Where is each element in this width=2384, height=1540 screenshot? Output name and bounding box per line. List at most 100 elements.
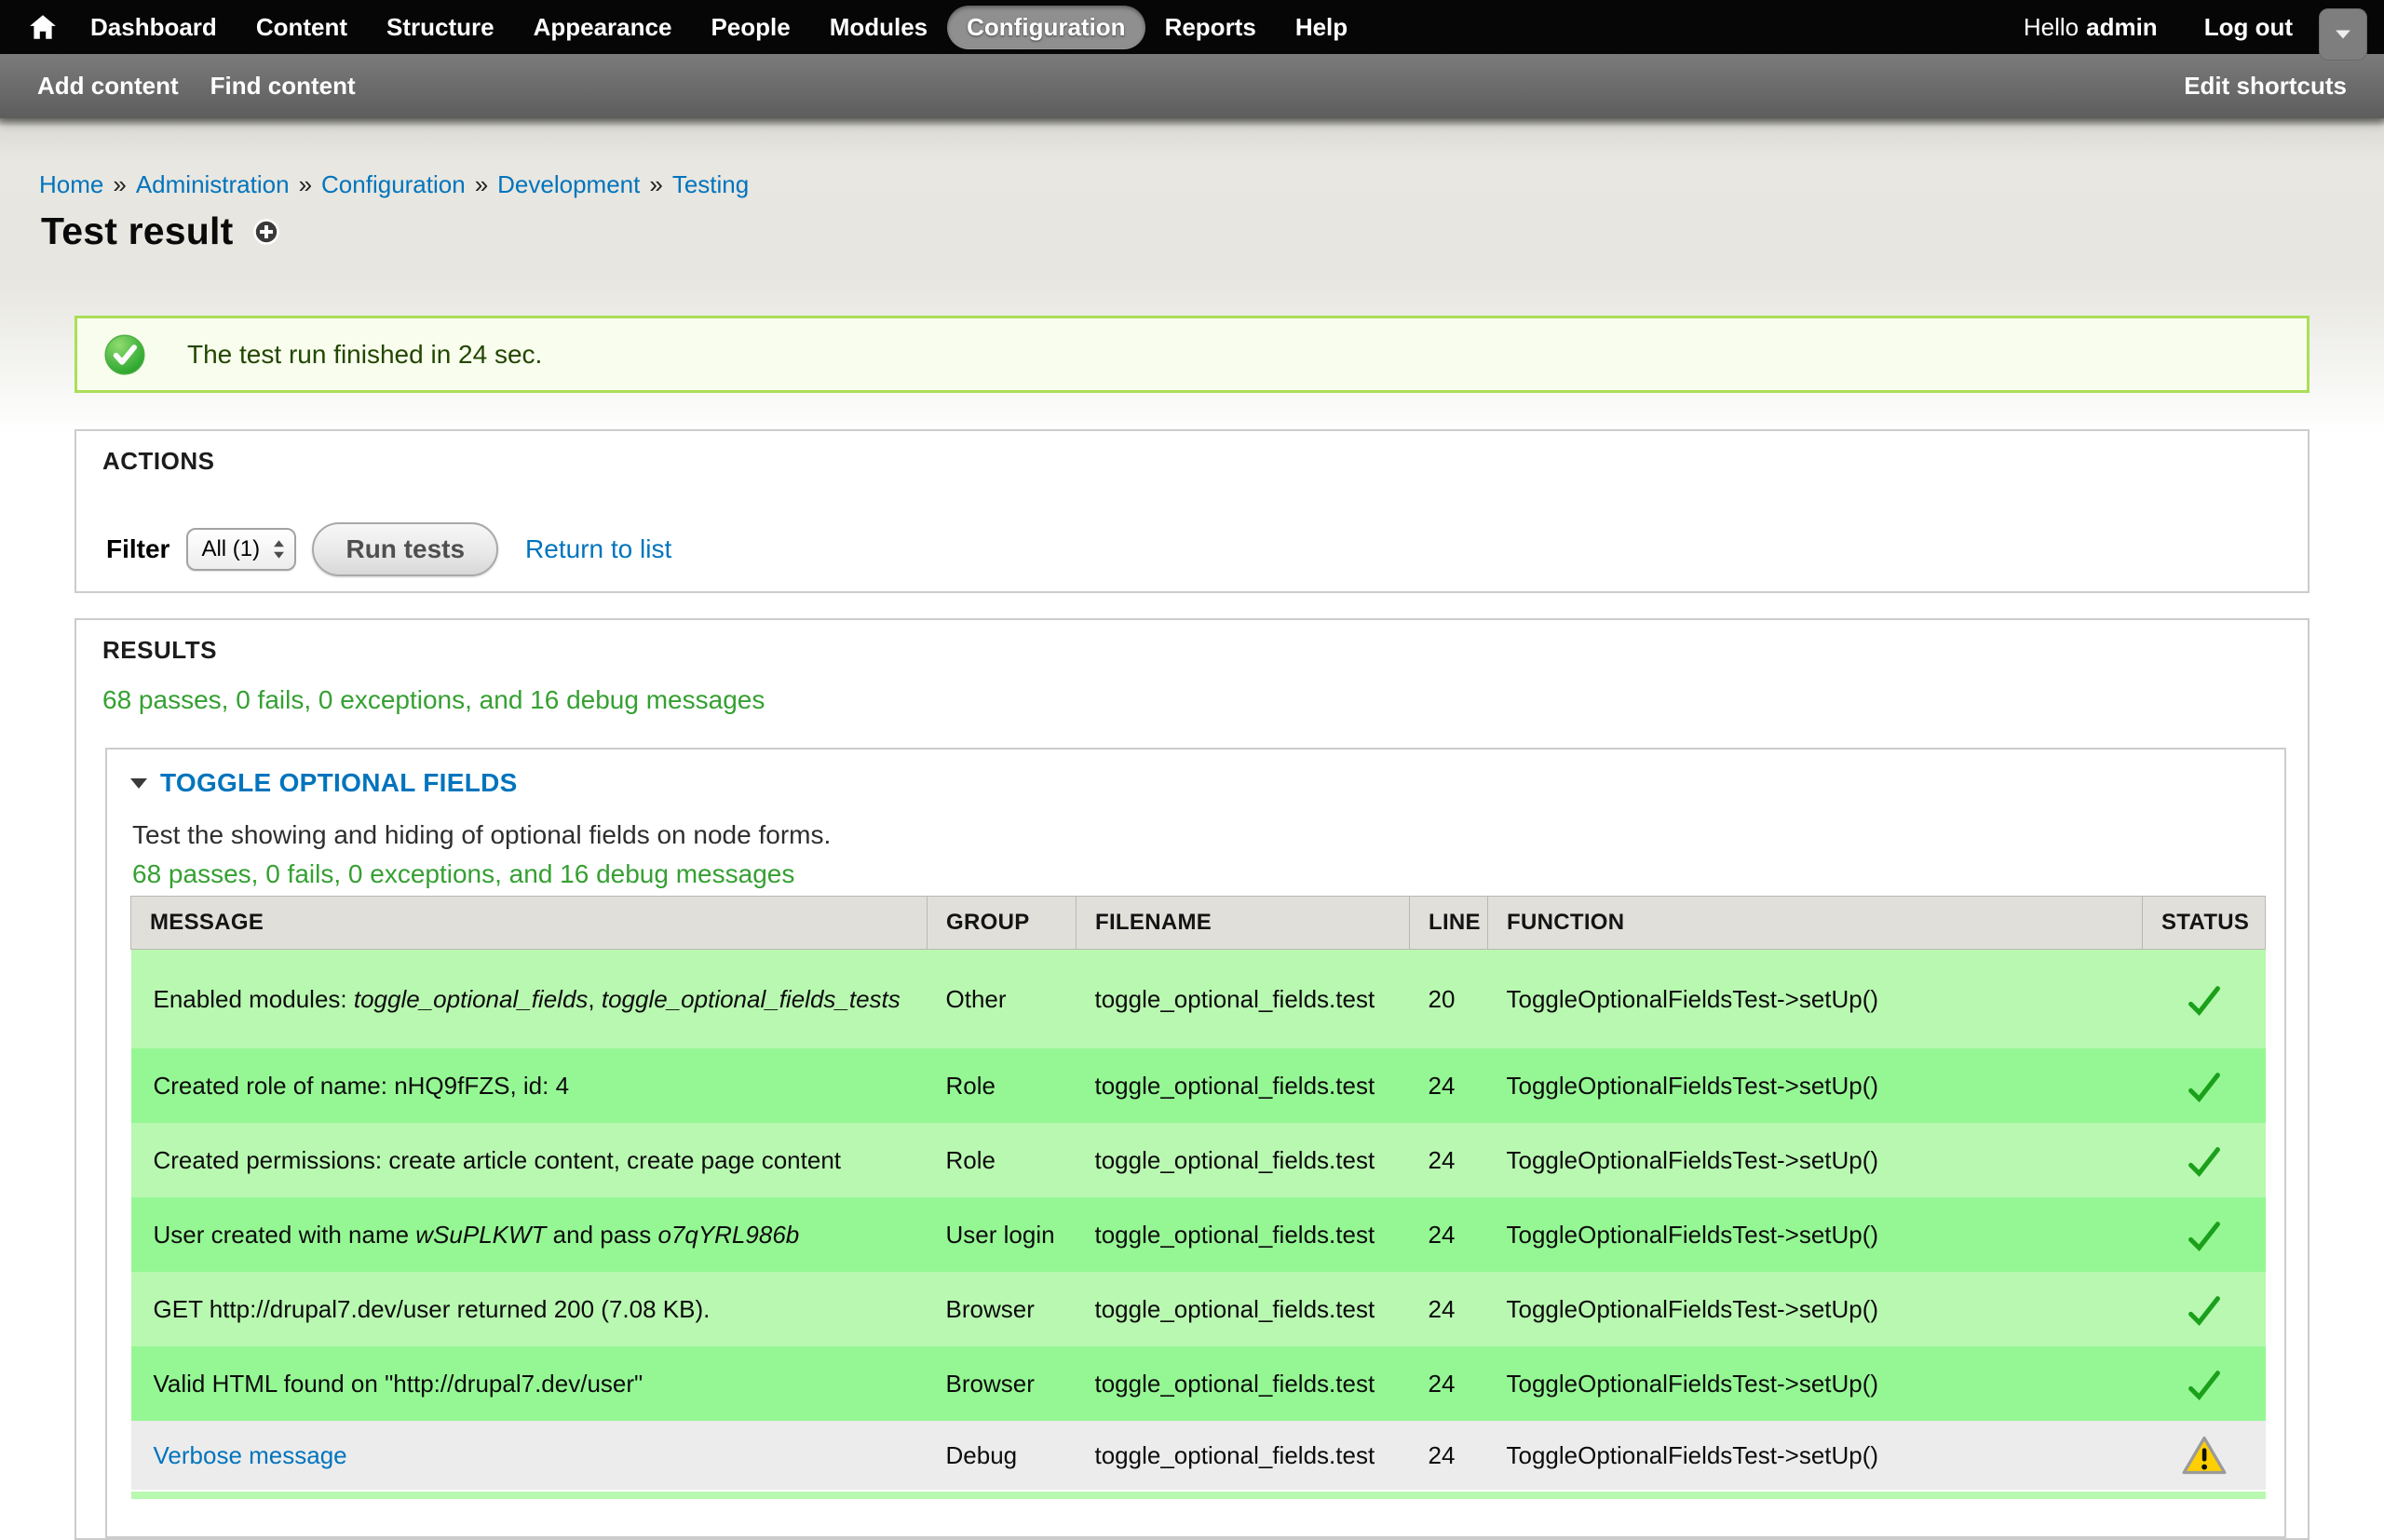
results-panel: RESULTS 68 passes, 0 fails, 0 exceptions… <box>74 618 2310 1540</box>
cell-status <box>2143 1197 2266 1272</box>
toolbar-right: Helloadmin Log out <box>2024 13 2365 42</box>
shortcuts-bar: Add content Find content Edit shortcuts <box>0 54 2384 118</box>
breadcrumb-separator: » <box>113 170 126 198</box>
page-title: Test result <box>41 209 234 253</box>
cell-filename: toggle_optional_fields.test <box>1077 1048 1410 1123</box>
fieldset-description: Test the showing and hiding of optional … <box>132 820 2261 850</box>
add-shortcut-button[interactable] <box>252 218 280 246</box>
cell-message: Created role of name: nHQ9fFZS, id: 4 <box>131 1048 928 1123</box>
cell-status <box>2143 1272 2266 1346</box>
toolbar-item-help[interactable]: Help <box>1276 6 1367 49</box>
shortcut-find-content[interactable]: Find content <box>210 72 356 101</box>
column-header-function: FUNCTION <box>1488 897 2143 950</box>
cell-filename: toggle_optional_fields.test <box>1077 1421 1410 1491</box>
verbose-message-link[interactable]: Verbose message <box>154 1441 347 1469</box>
column-header-line: LINE <box>1410 897 1488 950</box>
cell-status <box>2143 1346 2266 1421</box>
toolbar-item-dashboard[interactable]: Dashboard <box>71 6 237 49</box>
results-summary: 68 passes, 0 fails, 0 exceptions, and 16… <box>102 685 2282 715</box>
cell-function: ToggleOptionalFieldsTest->setUp() <box>1488 1197 2143 1272</box>
cell-line: 24 <box>1410 1197 1488 1272</box>
cell-group: User login <box>928 1197 1077 1272</box>
cell-function: ToggleOptionalFieldsTest->setUp() <box>1488 1123 2143 1197</box>
warning-icon <box>2182 1435 2227 1476</box>
logout-link[interactable]: Log out <box>2204 13 2293 42</box>
breadcrumb-link-development[interactable]: Development <box>497 170 640 198</box>
filter-label: Filter <box>106 534 169 564</box>
cell-line: 24 <box>1410 1346 1488 1421</box>
username: admin <box>2086 13 2158 41</box>
home-button[interactable] <box>19 13 71 41</box>
table-header-row: MESSAGEGROUPFILENAMELINEFUNCTIONSTATUS <box>131 897 2266 950</box>
message-italic-text: toggle_optional_fields <box>354 985 589 1013</box>
edit-shortcuts-link[interactable]: Edit shortcuts <box>2184 72 2347 101</box>
cell-status <box>2143 950 2266 1049</box>
breadcrumb-separator: » <box>299 170 312 198</box>
table-row <box>131 1491 2266 1499</box>
home-icon <box>28 13 58 41</box>
breadcrumb-link-configuration[interactable]: Configuration <box>321 170 466 198</box>
cell-filename: toggle_optional_fields.test <box>1077 1197 1410 1272</box>
toolbar-item-people[interactable]: People <box>691 6 809 49</box>
admin-toolbar: DashboardContentStructureAppearancePeopl… <box>0 0 2384 54</box>
cell-line: 20 <box>1410 950 1488 1049</box>
check-icon <box>2186 1071 2223 1104</box>
results-table-body: Enabled modules: toggle_optional_fields,… <box>131 950 2266 1500</box>
fieldset-summary: 68 passes, 0 fails, 0 exceptions, and 16… <box>132 859 2261 889</box>
table-row: Created role of name: nHQ9fFZS, id: 4Rol… <box>131 1048 2266 1123</box>
actions-heading: ACTIONS <box>102 446 2282 476</box>
filter-row: Filter All (1) Run tests Return to list <box>102 522 2282 576</box>
filter-select[interactable]: All (1) <box>186 528 296 571</box>
cell-line: 24 <box>1410 1272 1488 1346</box>
message-italic-text: wSuPLKWT <box>415 1221 546 1249</box>
toolbar-item-reports[interactable]: Reports <box>1145 6 1276 49</box>
cell-group: Role <box>928 1048 1077 1123</box>
cell-line: 24 <box>1410 1421 1488 1491</box>
message-italic-text: toggle_optional_fields_tests <box>602 985 901 1013</box>
check-icon <box>2186 1145 2223 1179</box>
toolbar-item-modules[interactable]: Modules <box>810 6 947 49</box>
cell-filename: toggle_optional_fields.test <box>1077 1346 1410 1421</box>
cell-group: Browser <box>928 1272 1077 1346</box>
toolbar-toggle-button[interactable] <box>2319 8 2367 61</box>
collapse-caret-icon[interactable] <box>130 778 147 789</box>
table-row: Valid HTML found on "http://drupal7.dev/… <box>131 1346 2266 1421</box>
status-message: The test run finished in 24 sec. <box>74 316 2310 393</box>
filter-select-value: All (1) <box>201 536 260 562</box>
table-row: Created permissions: create article cont… <box>131 1123 2266 1197</box>
return-to-list-link[interactable]: Return to list <box>525 534 671 564</box>
fieldset-legend-link[interactable]: TOGGLE OPTIONAL FIELDS <box>160 768 518 798</box>
results-heading: RESULTS <box>102 635 2282 665</box>
shortcuts-list: Add content Find content <box>37 72 387 101</box>
plus-circle-icon <box>252 218 280 246</box>
cell-status <box>2143 1421 2266 1491</box>
toolbar-item-content[interactable]: Content <box>237 6 367 49</box>
fieldset-legend-row: TOGGLE OPTIONAL FIELDS <box>130 768 2261 798</box>
check-icon <box>2186 1369 2223 1402</box>
cell-group: Role <box>928 1123 1077 1197</box>
shortcut-add-content[interactable]: Add content <box>37 72 179 101</box>
breadcrumb-separator: » <box>475 170 488 198</box>
cell-status <box>2143 1123 2266 1197</box>
check-icon <box>2186 984 2223 1018</box>
breadcrumb-link-home[interactable]: Home <box>39 170 103 198</box>
cell-message: Enabled modules: toggle_optional_fields,… <box>131 950 928 1049</box>
cell-group: Browser <box>928 1346 1077 1421</box>
breadcrumb-link-administration[interactable]: Administration <box>136 170 290 198</box>
table-row: Enabled modules: toggle_optional_fields,… <box>131 950 2266 1049</box>
cell-function: ToggleOptionalFieldsTest->setUp() <box>1488 950 2143 1049</box>
toolbar-item-configuration[interactable]: Configuration <box>947 6 1145 49</box>
check-icon <box>2186 1220 2223 1253</box>
run-tests-button[interactable]: Run tests <box>312 522 498 576</box>
test-fieldset: TOGGLE OPTIONAL FIELDS Test the showing … <box>105 748 2286 1538</box>
breadcrumb-link-testing[interactable]: Testing <box>672 170 749 198</box>
greeting-text: Helloadmin <box>2024 13 2158 42</box>
toolbar-item-appearance[interactable]: Appearance <box>514 6 692 49</box>
toolbar-item-structure[interactable]: Structure <box>367 6 514 49</box>
cell-status <box>2143 1048 2266 1123</box>
message-italic-text: o7qYRL986b <box>657 1221 799 1249</box>
cell-partial <box>131 1491 2266 1499</box>
chevron-down-icon <box>2335 29 2351 40</box>
column-header-status: STATUS <box>2143 897 2266 950</box>
breadcrumb: Home » Administration » Configuration » Develo… <box>39 118 2384 198</box>
